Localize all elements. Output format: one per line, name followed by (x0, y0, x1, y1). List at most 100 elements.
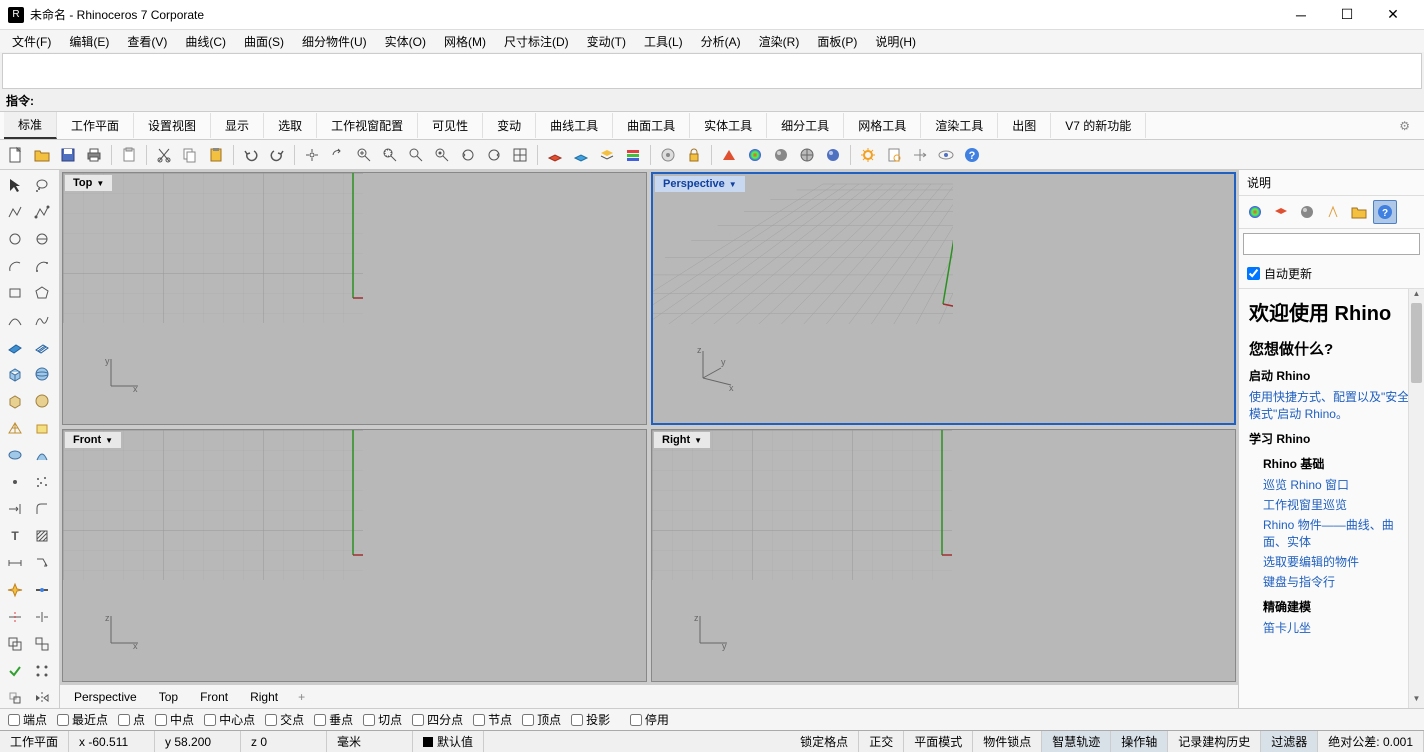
render-preview-icon[interactable] (743, 143, 767, 167)
polygon-icon[interactable] (29, 280, 55, 306)
tool-tab[interactable]: 可见性 (418, 113, 483, 138)
help-link[interactable]: Rhino 物件——曲线、曲面、实体 (1263, 516, 1414, 550)
hide-icon[interactable] (934, 143, 958, 167)
zoom-window-icon[interactable] (378, 143, 402, 167)
undo-view-icon[interactable] (456, 143, 480, 167)
ellipsoid-icon[interactable] (2, 442, 28, 468)
osnap-item[interactable]: 节点 (473, 711, 512, 728)
osnap-checkbox[interactable] (57, 714, 69, 726)
pan-icon[interactable] (300, 143, 324, 167)
osnap-checkbox[interactable] (412, 714, 424, 726)
status-layer[interactable]: 默认值 (413, 731, 484, 752)
status-toggle[interactable]: 记录建构历史 (1168, 731, 1261, 752)
menu-item[interactable]: 细分物件(U) (294, 31, 375, 52)
move-uvn-icon[interactable] (908, 143, 932, 167)
curve-icon[interactable] (2, 307, 28, 333)
point-cloud-icon[interactable] (29, 469, 55, 495)
zoom-dynamic-icon[interactable] (352, 143, 376, 167)
osnap-item[interactable]: 交点 (265, 711, 304, 728)
open-file-icon[interactable] (30, 143, 54, 167)
status-toggle[interactable]: 智慧轨迹 (1042, 731, 1111, 752)
tool-tab[interactable]: 选取 (264, 113, 317, 138)
redo-icon[interactable] (265, 143, 289, 167)
viewport-tab[interactable]: Top (149, 687, 188, 707)
text-icon[interactable]: T (2, 523, 28, 549)
scroll-down-arrow-icon[interactable]: ▼ (1409, 694, 1424, 708)
command-input[interactable] (38, 94, 1418, 108)
circle-icon[interactable] (2, 226, 28, 252)
leader-icon[interactable] (29, 550, 55, 576)
osnap-checkbox[interactable] (314, 714, 326, 726)
menu-item[interactable]: 分析(A) (693, 31, 749, 52)
arc-3pt-icon[interactable] (29, 253, 55, 279)
tool-tab[interactable]: 曲面工具 (613, 113, 690, 138)
osnap-item[interactable]: 切点 (363, 711, 402, 728)
status-toggle[interactable]: 正交 (859, 731, 904, 752)
interp-curve-icon[interactable] (29, 307, 55, 333)
chevron-down-icon[interactable]: ▼ (105, 436, 113, 445)
print-icon[interactable] (82, 143, 106, 167)
properties-panel-icon[interactable] (656, 143, 680, 167)
render-icon[interactable] (717, 143, 741, 167)
viewport-label-right[interactable]: Right▼ (654, 432, 710, 448)
tool-tab[interactable]: 变动 (483, 113, 536, 138)
viewport-right[interactable]: Right▼ zy (651, 429, 1236, 682)
osnap-checkbox[interactable] (8, 714, 20, 726)
osnap-item[interactable]: 垂点 (314, 711, 353, 728)
tool-tab[interactable]: 工作平面 (57, 113, 134, 138)
maximize-button[interactable]: ☐ (1324, 0, 1370, 30)
four-viewports-icon[interactable] (508, 143, 532, 167)
viewport-tab[interactable]: Front (190, 687, 238, 707)
dim-icon[interactable] (2, 550, 28, 576)
subd-sphere-icon[interactable] (29, 388, 55, 414)
split-icon[interactable] (29, 604, 55, 630)
layers-tab-icon[interactable] (1269, 200, 1293, 224)
polyline-icon[interactable] (2, 199, 28, 225)
sel-layer-icon[interactable] (621, 143, 645, 167)
status-toggle[interactable]: 平面模式 (904, 731, 973, 752)
join-icon[interactable] (29, 577, 55, 603)
menu-item[interactable]: 曲面(S) (236, 31, 292, 52)
array-icon[interactable] (29, 658, 55, 684)
subd-box-icon[interactable] (2, 388, 28, 414)
help-link[interactable]: 巡览 Rhino 窗口 (1263, 476, 1414, 493)
osnap-item[interactable]: 最近点 (57, 711, 108, 728)
tool-tab[interactable]: 渲染工具 (921, 113, 998, 138)
document-properties-icon[interactable] (882, 143, 906, 167)
extend-icon[interactable] (2, 496, 28, 522)
menu-item[interactable]: 实体(O) (377, 31, 434, 52)
viewport-label-front[interactable]: Front▼ (65, 432, 121, 448)
help-search-input[interactable] (1243, 233, 1420, 255)
libraries-tab-icon[interactable] (1347, 200, 1371, 224)
start-link[interactable]: 使用快捷方式、配置以及"安全模式"启动 Rhino。 (1249, 388, 1414, 422)
osnap-item[interactable]: 端点 (8, 711, 47, 728)
osnap-item[interactable]: 顶点 (522, 711, 561, 728)
close-button[interactable]: ✕ (1370, 0, 1416, 30)
status-units[interactable]: 毫米 (327, 731, 413, 752)
help-link[interactable]: 选取要编辑的物件 (1263, 553, 1414, 570)
surface-corner-icon[interactable] (2, 334, 28, 360)
arc-icon[interactable] (2, 253, 28, 279)
pointer-icon[interactable] (2, 172, 28, 198)
status-toggle[interactable]: 操作轴 (1111, 731, 1168, 752)
tool-tab[interactable]: V7 的新功能 (1051, 113, 1146, 138)
auto-update-checkbox[interactable] (1247, 267, 1260, 280)
status-toggle[interactable]: 物件锁点 (973, 731, 1042, 752)
viewport-front[interactable]: Front▼ zx (62, 429, 647, 682)
copy-icon[interactable] (178, 143, 202, 167)
menu-item[interactable]: 说明(H) (867, 31, 924, 52)
cut-icon[interactable] (152, 143, 176, 167)
zoom-extents-icon[interactable] (404, 143, 428, 167)
zoom-selected-icon[interactable] (430, 143, 454, 167)
scroll-thumb[interactable] (1411, 303, 1422, 383)
help-icon[interactable]: ? (960, 143, 984, 167)
undo-icon[interactable] (239, 143, 263, 167)
menu-item[interactable]: 曲线(C) (177, 31, 234, 52)
viewport-perspective[interactable]: Perspective▼ zxy (651, 172, 1236, 425)
box-icon[interactable] (2, 361, 28, 387)
viewport-tab[interactable]: Perspective (64, 687, 147, 707)
menu-item[interactable]: 文件(F) (4, 31, 59, 52)
hatch-icon[interactable] (29, 523, 55, 549)
osnap-item[interactable]: 中点 (155, 711, 194, 728)
osnap-checkbox[interactable] (522, 714, 534, 726)
